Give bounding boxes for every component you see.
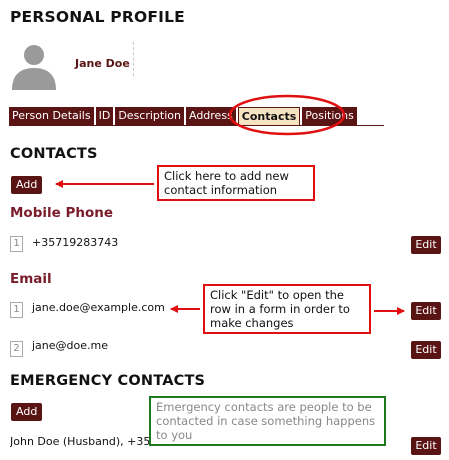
- mobile-phone-heading: Mobile Phone: [10, 205, 114, 221]
- edit-annotation-note: Click "Edit" to open the row in a form i…: [203, 284, 371, 334]
- contacts-heading: CONTACTS: [10, 146, 98, 162]
- tabs-underline: [9, 125, 384, 126]
- tab-address[interactable]: Address: [185, 107, 236, 125]
- edit-mobile-button[interactable]: Edit: [411, 236, 441, 254]
- add-annotation-note: Click here to add new contact informatio…: [157, 165, 315, 201]
- edit-email-button-1[interactable]: Edit: [411, 302, 441, 320]
- emergency-row-value: John Doe (Husband), +357: [10, 435, 158, 448]
- tab-person-details[interactable]: Person Details: [9, 107, 94, 125]
- email-row-value-1: jane.doe@example.com: [32, 301, 165, 314]
- profile-name: Jane Doe: [75, 57, 130, 70]
- tab-bar: Person Details ID Description Address Co…: [9, 107, 359, 126]
- edit-email-button-2[interactable]: Edit: [411, 341, 441, 359]
- person-silhouette-icon: [12, 45, 56, 90]
- add-contact-button[interactable]: Add: [11, 176, 43, 194]
- email-row-index-1: 1: [10, 302, 23, 318]
- mobile-row-value: +35719283743: [32, 236, 119, 249]
- email-row-index-2: 2: [10, 341, 23, 357]
- tab-id[interactable]: ID: [95, 107, 114, 125]
- email-row-value-2: jane@doe.me: [32, 339, 108, 352]
- name-divider: [133, 42, 134, 76]
- email-heading: Email: [10, 271, 52, 287]
- annotation-overlay: [55, 94, 405, 315]
- tab-positions[interactable]: Positions: [302, 107, 357, 125]
- emergency-contacts-heading: EMERGENCY CONTACTS: [10, 373, 206, 389]
- add-emergency-contact-button[interactable]: Add: [11, 403, 43, 421]
- emergency-annotation-note: Emergency contacts are people to be cont…: [149, 396, 386, 446]
- tab-contacts[interactable]: Contacts: [237, 107, 301, 126]
- page-title: PERSONAL PROFILE: [10, 8, 185, 26]
- edit-emergency-button[interactable]: Edit: [411, 437, 441, 455]
- tab-description[interactable]: Description: [115, 107, 184, 125]
- mobile-row-index: 1: [10, 236, 23, 252]
- avatar: [10, 40, 58, 90]
